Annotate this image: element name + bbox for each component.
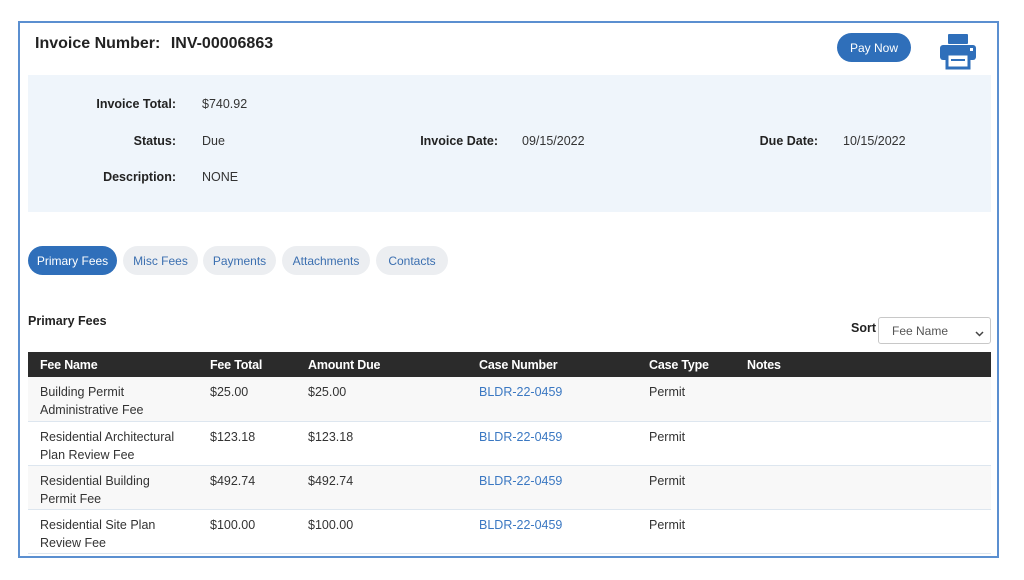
case-number-link[interactable]: BLDR-22-0459: [479, 385, 562, 399]
case-number-link[interactable]: BLDR-22-0459: [479, 430, 562, 444]
fee-name-line: Residential Site Plan: [40, 517, 156, 532]
section-title: Primary Fees: [28, 314, 107, 328]
description-value: NONE: [202, 170, 239, 184]
column-header-amount-due[interactable]: Amount Due: [296, 352, 467, 377]
fee-name-line: Residential Building: [40, 473, 150, 488]
case-number-cell: BLDR-22-0459: [467, 377, 637, 422]
case-type-cell: Permit: [637, 465, 735, 510]
tab-attachments[interactable]: Attachments: [282, 246, 370, 275]
fee-total-cell: $25.00: [198, 377, 296, 422]
tab-payments[interactable]: Payments: [203, 246, 276, 275]
case-number-cell: BLDR-22-0459: [467, 465, 637, 510]
invoice-content: Invoice Number: INV-00006863 Pay Now Inv…: [28, 23, 991, 554]
amount-due-cell: $25.00: [296, 377, 467, 422]
table-row: Residential Site Plan Review Fee $100.00 …: [28, 509, 991, 554]
case-number-cell: BLDR-22-0459: [467, 509, 637, 554]
tab-contacts[interactable]: Contacts: [376, 246, 448, 275]
amount-due-cell: $123.18: [296, 421, 467, 466]
fee-name-line: Building Permit: [40, 385, 125, 399]
sort-selected-value: Fee Name: [892, 323, 949, 338]
tab-primary-fees[interactable]: Primary Fees: [28, 246, 117, 275]
sort-label: Sort: [851, 321, 876, 335]
case-number-link[interactable]: BLDR-22-0459: [479, 474, 562, 488]
status-value: Due: [202, 134, 225, 148]
table-header-row: Fee Name Fee Total Amount Due Case Numbe…: [28, 352, 991, 377]
column-header-fee-total[interactable]: Fee Total: [198, 352, 296, 377]
column-header-case-type[interactable]: Case Type: [637, 352, 735, 377]
invoice-date-label: Invoice Date:: [420, 134, 498, 148]
fee-name-line: Permit Fee: [40, 491, 102, 506]
column-header-case-number[interactable]: Case Number: [467, 352, 637, 377]
fee-name-cell: Building Permit Administrative Fee: [28, 377, 198, 422]
case-number-link[interactable]: BLDR-22-0459: [479, 518, 562, 532]
due-date-value: 10/15/2022: [843, 134, 906, 148]
table-row: Building Permit Administrative Fee $25.00…: [28, 377, 991, 422]
invoice-number-label: Invoice Number:: [35, 35, 161, 52]
fee-name-line: Plan Review Fee: [40, 447, 135, 462]
fee-total-cell: $123.18: [198, 421, 296, 466]
invoice-number-heading: Invoice Number: INV-00006863: [35, 35, 273, 53]
case-number-cell: BLDR-22-0459: [467, 421, 637, 466]
printer-icon[interactable]: [938, 31, 978, 71]
notes-cell: [735, 509, 991, 554]
table-row: Residential Building Permit Fee $492.74 $…: [28, 465, 991, 510]
case-type-cell: Permit: [637, 377, 735, 422]
invoice-total-value: $740.92: [202, 97, 248, 111]
amount-due-cell: $100.00: [296, 509, 467, 554]
fee-name-line: Review Fee: [40, 535, 106, 550]
case-type-cell: Permit: [637, 421, 735, 466]
pay-now-button[interactable]: Pay Now: [837, 33, 911, 62]
case-type-cell: Permit: [637, 509, 735, 554]
fee-name-cell: Residential Building Permit Fee: [28, 465, 198, 510]
description-label: Description:: [103, 170, 176, 184]
invoice-header: Invoice Number: INV-00006863 Pay Now: [28, 23, 991, 75]
fee-name-line: Residential Architectural: [40, 429, 175, 444]
notes-cell: [735, 421, 991, 466]
fee-name-line: Administrative Fee: [40, 403, 144, 417]
chevron-down-icon: [975, 327, 984, 337]
column-header-notes[interactable]: Notes: [735, 352, 991, 377]
status-label: Status:: [133, 134, 176, 148]
tab-misc-fees[interactable]: Misc Fees: [123, 246, 198, 275]
table-row: Residential Architectural Plan Review Fee…: [28, 421, 991, 466]
invoice-panel: Invoice Number: INV-00006863 Pay Now Inv…: [18, 21, 999, 558]
invoice-number-value: INV-00006863: [170, 35, 274, 52]
fee-name-cell: Residential Site Plan Review Fee: [28, 509, 198, 554]
due-date-label: Due Date:: [759, 134, 818, 148]
invoice-date-value: 09/15/2022: [522, 134, 585, 148]
notes-cell: [735, 377, 991, 422]
fee-total-cell: $492.74: [198, 465, 296, 510]
sort-select[interactable]: Fee Name: [878, 317, 991, 344]
invoice-summary: Invoice Total: $740.92 Status: Due Invoi…: [28, 75, 991, 212]
invoice-total-label: Invoice Total:: [96, 97, 176, 111]
fee-name-cell: Residential Architectural Plan Review Fee: [28, 421, 198, 466]
fee-total-cell: $100.00: [198, 509, 296, 554]
column-header-fee-name[interactable]: Fee Name: [28, 352, 198, 377]
primary-fees-table: Fee Name Fee Total Amount Due Case Numbe…: [28, 352, 991, 554]
notes-cell: [735, 465, 991, 510]
amount-due-cell: $492.74: [296, 465, 467, 510]
